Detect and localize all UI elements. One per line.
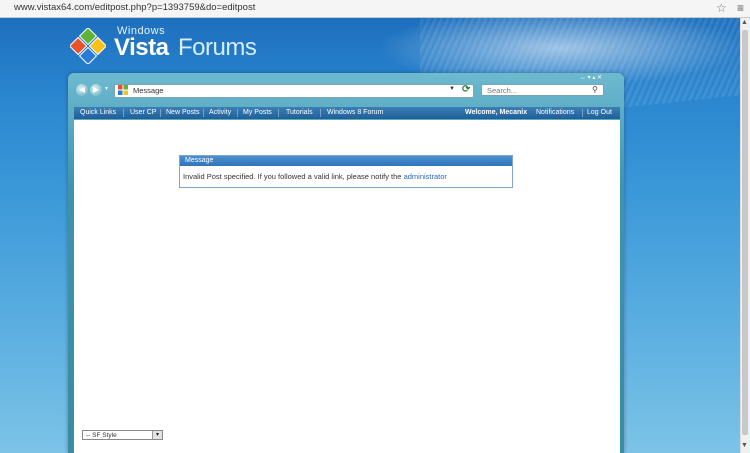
nav-separator	[237, 109, 238, 117]
back-arrow-icon[interactable]: ◀	[76, 84, 88, 96]
logo-vista-text[interactable]: Vista	[114, 34, 169, 62]
url-input[interactable]	[14, 1, 730, 15]
refresh-icon[interactable]: ⟳	[462, 84, 470, 95]
history-dropdown-icon[interactable]: ▾	[105, 85, 108, 92]
chevron-down-icon[interactable]: ▾	[152, 431, 162, 439]
message-body: Invalid Post specified. If you followed …	[183, 172, 402, 181]
scroll-down-icon[interactable]: ▼	[741, 442, 748, 449]
nav-tutorials[interactable]: Tutorials	[286, 107, 313, 119]
search-icon[interactable]: ⚲	[592, 85, 598, 94]
message-header: Message	[180, 156, 512, 166]
forward-arrow-icon[interactable]: ▶	[90, 84, 102, 96]
address-text: Message	[133, 86, 164, 95]
nav-my-posts[interactable]: My Posts	[243, 107, 272, 119]
style-select[interactable]: -- SF Style	[82, 430, 163, 440]
nav-separator	[203, 109, 204, 117]
menu-icon[interactable]: ≡	[737, 0, 744, 16]
nav-new-posts[interactable]: New Posts	[166, 107, 199, 119]
star-icon[interactable]: ☆	[716, 0, 727, 16]
frame-controls-icon[interactable]: ↔ ▾ ▴ ✕	[580, 74, 602, 81]
windows-flag-icon	[118, 85, 128, 95]
logo-forums-text[interactable]: Forums	[178, 34, 257, 62]
nav-separator	[278, 109, 279, 117]
nav-activity[interactable]: Activity	[209, 107, 231, 119]
address-dropdown-icon[interactable]: ▼	[449, 86, 455, 92]
administrator-link[interactable]: administrator	[404, 172, 447, 181]
nav-quick-links[interactable]: Quick Links	[80, 107, 116, 119]
windows-logo-icon[interactable]	[70, 28, 106, 64]
scroll-thumb[interactable]	[742, 30, 748, 435]
scroll-up-icon[interactable]: ▲	[741, 19, 748, 26]
nav-separator	[160, 109, 161, 117]
nav-separator	[582, 109, 583, 117]
message-text: Invalid Post specified. If you followed …	[183, 172, 447, 181]
nav-log-out[interactable]: Log Out	[587, 107, 612, 119]
nav-user-cp[interactable]: User CP	[130, 107, 156, 119]
search-input[interactable]	[481, 84, 604, 96]
nav-notifications[interactable]: Notifications	[536, 107, 574, 119]
nav-separator	[320, 109, 321, 117]
nav-separator	[123, 109, 124, 117]
welcome-text: Welcome, Mecanix	[465, 109, 528, 116]
nav-windows-8-forum[interactable]: Windows 8 Forum	[327, 107, 383, 119]
address-box[interactable]	[114, 84, 474, 98]
